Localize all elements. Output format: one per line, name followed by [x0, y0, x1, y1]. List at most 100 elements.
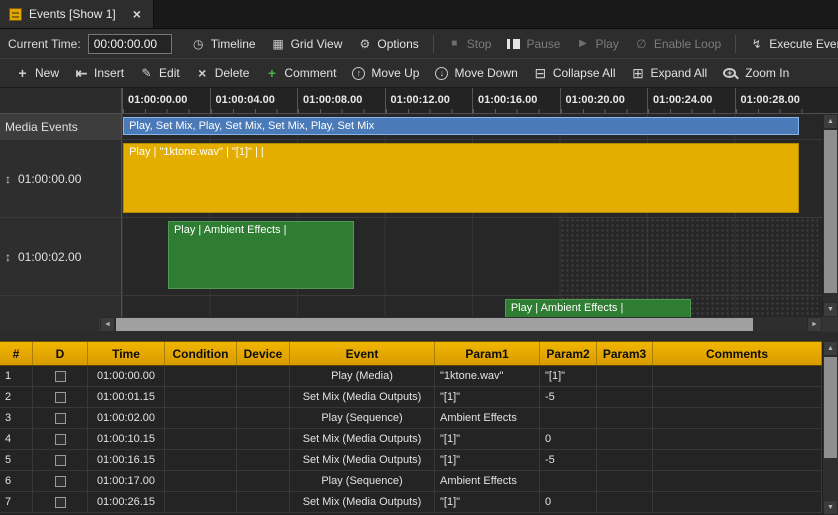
- cell-param1: "[1]": [435, 387, 540, 407]
- zoom-in-button[interactable]: +Zoom In: [715, 63, 797, 83]
- scroll-right-icon[interactable]: ►: [807, 317, 822, 332]
- track-lane[interactable]: Play | Ambient Effects |: [122, 218, 822, 295]
- track-header[interactable]: ↕01:00:00.00: [0, 140, 122, 217]
- timeline-hscrollbar-row: ◄ ►: [0, 317, 838, 332]
- column-header[interactable]: D: [33, 342, 88, 365]
- cell-device: [237, 366, 290, 386]
- event-bar[interactable]: Play | "1ktone.wav" | "[1]" | |: [123, 143, 799, 213]
- column-header[interactable]: Param3: [597, 342, 653, 365]
- column-header[interactable]: #: [0, 342, 33, 365]
- stop-button[interactable]: ■Stop: [440, 34, 500, 54]
- scroll-down-icon[interactable]: ▼: [823, 302, 838, 317]
- enabled-checkbox[interactable]: [55, 434, 66, 445]
- close-icon[interactable]: ×: [133, 7, 141, 21]
- move-down-button[interactable]: ↓Move Down: [427, 63, 525, 83]
- hscrollbar-track[interactable]: [115, 317, 807, 332]
- zoom-icon: +: [723, 68, 736, 78]
- options-button[interactable]: ⚙Options: [350, 34, 426, 54]
- current-time-input[interactable]: [88, 34, 172, 54]
- x-icon: ×: [196, 66, 209, 80]
- cell-time: 01:00:01.15: [88, 387, 165, 407]
- column-header[interactable]: Param2: [540, 342, 597, 365]
- table-row[interactable]: 601:00:17.00Play (Sequence)Ambient Effec…: [0, 471, 822, 492]
- tab-events[interactable]: Events [Show 1] ×: [0, 0, 154, 28]
- enabled-checkbox[interactable]: [55, 497, 66, 508]
- delete-button[interactable]: ×Delete: [188, 63, 258, 83]
- play-button[interactable]: ▶Play: [568, 34, 626, 54]
- scrollbar-thumb[interactable]: [824, 130, 837, 293]
- move-up-button[interactable]: ↑Move Up: [344, 63, 427, 83]
- scrollbar-thumb[interactable]: [824, 357, 837, 458]
- edit-button[interactable]: ✎Edit: [132, 63, 188, 83]
- table-row[interactable]: 701:00:26.15Set Mix (Media Outputs)"[1]"…: [0, 492, 822, 513]
- column-header[interactable]: Comments: [653, 342, 822, 365]
- collapse-all-button[interactable]: ⊟Collapse All: [526, 63, 624, 83]
- table-row[interactable]: 201:00:01.15Set Mix (Media Outputs)"[1]"…: [0, 387, 822, 408]
- table-row[interactable]: 301:00:02.00Play (Sequence)Ambient Effec…: [0, 408, 822, 429]
- insert-button[interactable]: ⇤Insert: [67, 63, 132, 83]
- cell-enabled[interactable]: [33, 471, 88, 491]
- cell-num: 1: [0, 366, 33, 386]
- column-header[interactable]: Param1: [435, 342, 540, 365]
- track-lane[interactable]: Play | "1ktone.wav" | "[1]" | |: [122, 140, 822, 217]
- timeline-button[interactable]: ◷Timeline: [184, 34, 264, 54]
- scroll-down-icon[interactable]: ▼: [823, 500, 838, 515]
- enabled-checkbox[interactable]: [55, 392, 66, 403]
- hscroll-spacer: [0, 317, 100, 332]
- enable-loop-button[interactable]: ∅Enable Loop: [627, 34, 729, 54]
- column-header[interactable]: Device: [237, 342, 290, 365]
- circle-up-icon: ↑: [352, 67, 365, 80]
- cell-param3: [597, 408, 653, 428]
- expand-all-button[interactable]: ⊞Expand All: [624, 63, 716, 83]
- event-bar[interactable]: Play, Set Mix, Play, Set Mix, Set Mix, P…: [123, 117, 799, 135]
- cell-enabled[interactable]: [33, 450, 88, 470]
- scroll-up-icon[interactable]: ▲: [823, 114, 838, 129]
- ruler-tick-label: 01:00:04.00: [210, 88, 298, 113]
- cell-enabled[interactable]: [33, 387, 88, 407]
- table-row[interactable]: 501:00:16.15Set Mix (Media Outputs)"[1]"…: [0, 450, 822, 471]
- grid-view-button[interactable]: ▦Grid View: [264, 34, 351, 54]
- grid-vscrollbar[interactable]: ▲ ▼: [822, 341, 838, 515]
- track-header[interactable]: Media Events: [0, 114, 122, 139]
- scroll-left-icon[interactable]: ◄: [100, 317, 115, 332]
- ruler-tick-label: 01:00:24.00: [647, 88, 735, 113]
- scrollbar-track[interactable]: [823, 129, 838, 302]
- track-lane[interactable]: Play, Set Mix, Play, Set Mix, Set Mix, P…: [122, 114, 822, 139]
- timeline-ruler[interactable]: 01:00:00.0001:00:04.0001:00:08.0001:00:1…: [122, 88, 822, 113]
- clock-icon: ◷: [192, 38, 205, 50]
- column-header[interactable]: Condition: [165, 342, 237, 365]
- timeline-track: Play | Ambient Effects |: [0, 296, 822, 317]
- enabled-checkbox[interactable]: [55, 476, 66, 487]
- scrollbar-track[interactable]: [823, 356, 838, 500]
- scroll-up-icon[interactable]: ▲: [823, 341, 838, 356]
- hscrollbar-thumb[interactable]: [116, 318, 753, 331]
- column-header[interactable]: Event: [290, 342, 435, 365]
- timeline-vscrollbar[interactable]: ▲ ▼: [822, 114, 838, 317]
- column-header[interactable]: Time: [88, 342, 165, 365]
- track-header[interactable]: ↕01:00:02.00: [0, 218, 122, 295]
- track-header[interactable]: [0, 296, 122, 317]
- cell-enabled[interactable]: [33, 492, 88, 512]
- new-button[interactable]: +New: [8, 63, 67, 83]
- cell-comments: [653, 366, 822, 386]
- cell-enabled[interactable]: [33, 429, 88, 449]
- cell-enabled[interactable]: [33, 366, 88, 386]
- pause-button[interactable]: Pause: [499, 34, 568, 54]
- event-bar[interactable]: Play | Ambient Effects |: [505, 299, 691, 317]
- event-grid-area: #DTimeConditionDeviceEventParam1Param2Pa…: [0, 341, 838, 515]
- enabled-checkbox[interactable]: [55, 371, 66, 382]
- table-row[interactable]: 101:00:00.00Play (Media)"1ktone.wav""[1]…: [0, 366, 822, 387]
- comment-button[interactable]: +Comment: [257, 63, 344, 83]
- track-lane[interactable]: Play | Ambient Effects |: [122, 296, 822, 317]
- event-bar[interactable]: Play | Ambient Effects |: [168, 221, 354, 289]
- cell-comments: [653, 408, 822, 428]
- ruler-tick-label: 01:00:08.00: [297, 88, 385, 113]
- table-row[interactable]: 401:00:10.15Set Mix (Media Outputs)"[1]"…: [0, 429, 822, 450]
- cell-enabled[interactable]: [33, 408, 88, 428]
- execute-icon: ↯: [750, 38, 763, 50]
- cell-condition: [165, 366, 237, 386]
- play-icon: ▶: [576, 39, 589, 49]
- execute-event-button[interactable]: ↯Execute Event: [742, 34, 838, 54]
- enabled-checkbox[interactable]: [55, 413, 66, 424]
- enabled-checkbox[interactable]: [55, 455, 66, 466]
